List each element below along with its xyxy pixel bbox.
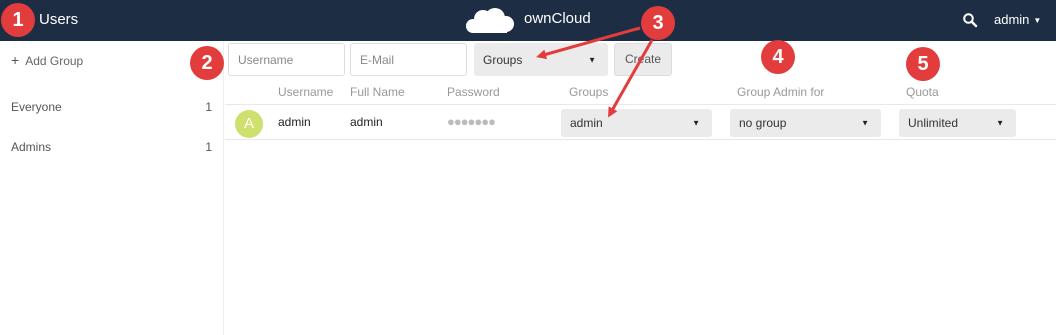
column-header-group-admin-for[interactable]: Group Admin for bbox=[737, 85, 824, 99]
email-input[interactable] bbox=[350, 43, 467, 76]
row-quota-select[interactable]: Unlimited ▼ bbox=[899, 109, 1016, 137]
sidebar: + Add Group Everyone 1 Admins 1 bbox=[0, 41, 224, 335]
sidebar-item-admins[interactable]: Admins 1 bbox=[0, 128, 224, 168]
divider bbox=[225, 104, 1056, 105]
add-group-button[interactable]: + Add Group bbox=[11, 52, 83, 68]
sidebar-item-everyone[interactable]: Everyone 1 bbox=[0, 88, 224, 128]
avatar: A bbox=[235, 110, 263, 138]
username-input[interactable] bbox=[228, 43, 345, 76]
column-header-full-name[interactable]: Full Name bbox=[350, 85, 405, 99]
annotation-badge-4: 4 bbox=[761, 40, 795, 74]
annotation-badge-5: 5 bbox=[906, 47, 940, 81]
row-groups-select[interactable]: admin ▼ bbox=[561, 109, 712, 137]
group-count: 1 bbox=[205, 100, 212, 114]
column-header-password[interactable]: Password bbox=[447, 85, 500, 99]
divider bbox=[225, 139, 1056, 140]
row-quota-value: Unlimited bbox=[908, 116, 959, 130]
owncloud-logo[interactable] bbox=[464, 7, 516, 35]
dropdown-arrow-icon: ▼ bbox=[861, 118, 869, 128]
top-header-bar: Users ownCloud admin ▼ bbox=[0, 0, 1056, 41]
dropdown-arrow-icon: ▼ bbox=[692, 118, 700, 128]
cell-full-name[interactable]: admin bbox=[350, 115, 383, 129]
annotation-badge-3: 3 bbox=[641, 6, 675, 40]
group-name: Admins bbox=[11, 140, 52, 154]
annotation-badge-2: 2 bbox=[190, 46, 224, 80]
row-group-admin-value: no group bbox=[739, 116, 787, 130]
groups-select-value: Groups bbox=[483, 52, 523, 67]
dropdown-arrow-icon: ▼ bbox=[996, 118, 1004, 128]
row-group-admin-select[interactable]: no group ▼ bbox=[730, 109, 881, 137]
groups-select[interactable]: Groups ▼ bbox=[474, 43, 608, 76]
cell-username: admin bbox=[278, 115, 311, 129]
users-page: Users ownCloud admin ▼ + Add Group Everyon… bbox=[0, 0, 1056, 335]
column-header-quota[interactable]: Quota bbox=[906, 85, 939, 99]
row-groups-value: admin bbox=[570, 116, 603, 130]
column-header-username[interactable]: Username bbox=[278, 85, 333, 99]
page-title: Users bbox=[39, 11, 79, 28]
annotation-badge-1: 1 bbox=[1, 3, 35, 37]
caret-down-icon: ▼ bbox=[1033, 16, 1042, 25]
group-count: 1 bbox=[205, 140, 212, 154]
brand-name: ownCloud bbox=[524, 10, 591, 27]
create-button[interactable]: Create bbox=[614, 43, 672, 76]
user-menu[interactable]: admin ▼ bbox=[994, 12, 1041, 27]
cell-password[interactable]: ●●●●●●● bbox=[447, 114, 496, 129]
add-group-label: Add Group bbox=[25, 54, 84, 68]
plus-icon: + bbox=[11, 52, 20, 68]
group-name: Everyone bbox=[11, 100, 62, 114]
search-icon[interactable] bbox=[962, 12, 978, 28]
dropdown-arrow-icon: ▼ bbox=[588, 55, 596, 64]
user-menu-label: admin bbox=[994, 12, 1030, 27]
column-header-groups[interactable]: Groups bbox=[569, 85, 608, 99]
